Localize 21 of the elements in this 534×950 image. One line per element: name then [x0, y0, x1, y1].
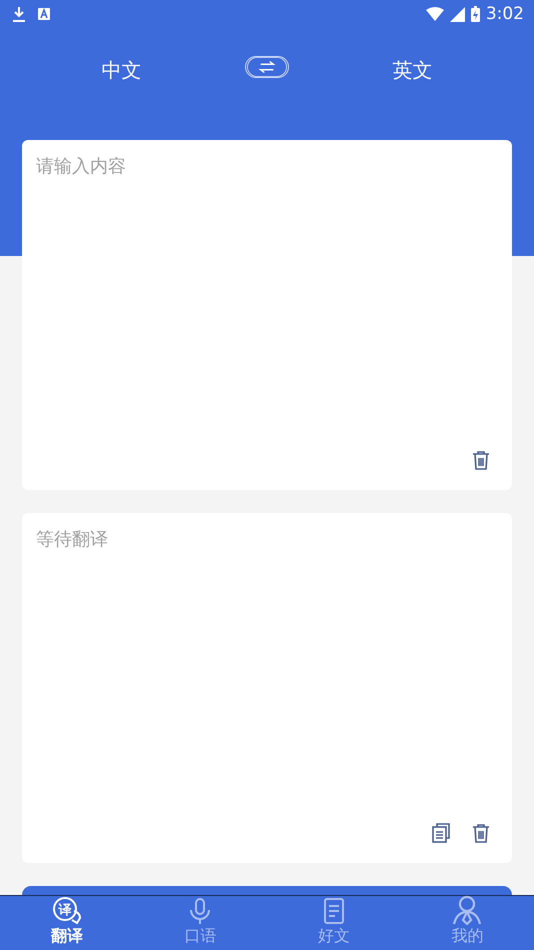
tab[interactable]: 我的 [400, 896, 534, 950]
copy-icon[interactable] [432, 823, 450, 843]
input-field[interactable]: 请输入内容 [22, 140, 512, 490]
font-icon [38, 8, 50, 20]
tab[interactable]: 口语 [134, 896, 267, 950]
output-placeholder: 等待翻译 [36, 528, 108, 551]
wifi-icon [426, 7, 444, 21]
output-field[interactable]: 等待翻译 [22, 513, 512, 863]
battery-icon [470, 6, 480, 22]
document-icon [322, 897, 346, 925]
signal-icon [450, 6, 465, 22]
target-language[interactable]: 英文 [372, 52, 452, 88]
source-language[interactable]: 中文 [82, 52, 162, 88]
clock-time: 3:02 [486, 4, 524, 24]
swap-icon[interactable] [244, 56, 289, 78]
download-icon [12, 6, 26, 22]
tab[interactable]: 译 翻译 [0, 896, 134, 950]
trash-icon[interactable] [472, 823, 490, 843]
tab[interactable]: 好文 [267, 896, 400, 950]
person-icon [452, 895, 482, 925]
trash-icon[interactable] [472, 450, 490, 470]
